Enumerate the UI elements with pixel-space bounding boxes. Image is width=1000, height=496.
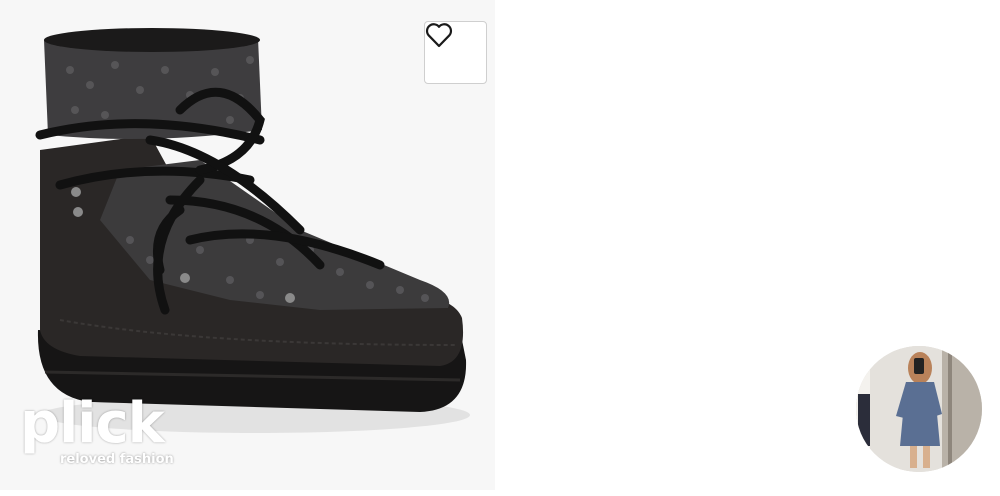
heart-outline-icon — [425, 23, 453, 48]
product-image[interactable]: plick reloved fashion — [0, 0, 495, 490]
watermark-tagline: reloved fashion — [60, 452, 174, 467]
seller-avatar[interactable] — [856, 346, 982, 472]
favorite-button[interactable] — [424, 21, 487, 84]
plick-watermark: plick reloved fashion — [20, 392, 195, 478]
watermark-brand: plick — [20, 391, 165, 456]
profile-photo-icon — [856, 346, 982, 472]
